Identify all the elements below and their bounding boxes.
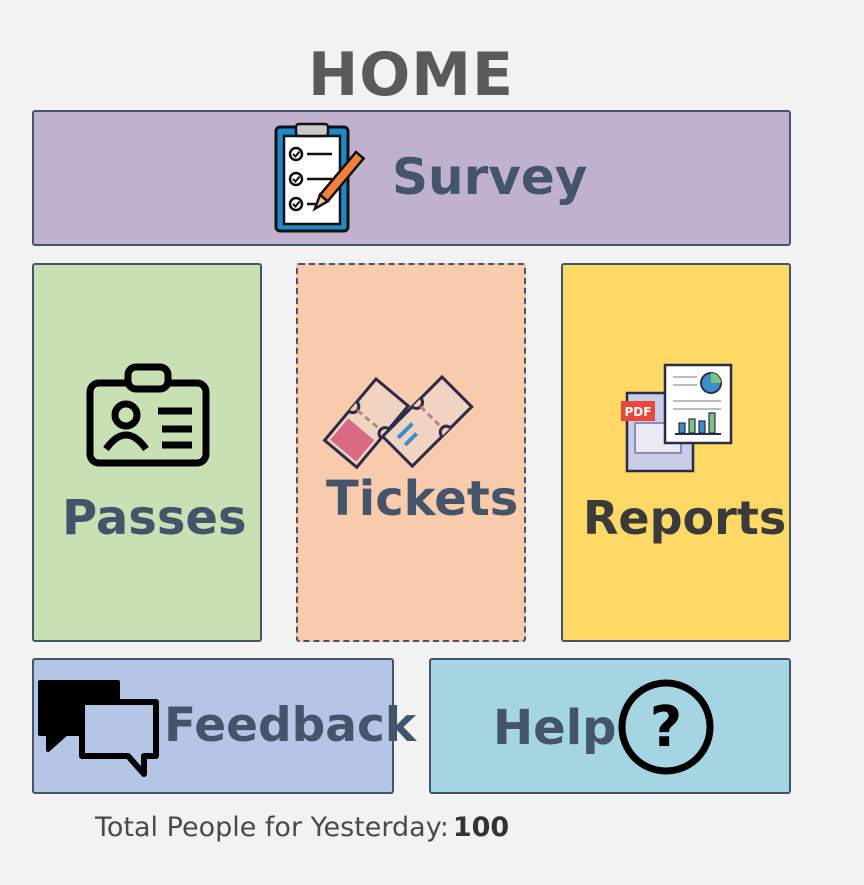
yesterday-total-value: 100 <box>452 812 510 843</box>
yesterday-total: Total People for Yesterday: 100 <box>95 812 509 843</box>
pdf-badge-text: PDF <box>625 405 652 419</box>
question-circle-icon: ? <box>618 679 714 775</box>
svg-text:?: ? <box>650 695 682 760</box>
passes-label: Passes <box>62 490 247 546</box>
tickets-button[interactable]: Tickets <box>296 263 526 642</box>
help-label: Help <box>493 700 617 756</box>
tickets-icon <box>322 374 474 470</box>
page-title: HOME <box>308 40 514 110</box>
survey-button[interactable]: Survey <box>32 110 791 246</box>
clipboard-checklist-icon <box>274 122 366 233</box>
yesterday-total-label: Total People for Yesterday: <box>95 812 449 843</box>
speech-bubbles-icon <box>38 680 159 777</box>
reports-button[interactable]: PDF Reports <box>561 263 791 642</box>
feedback-button[interactable]: Feedback <box>32 658 416 794</box>
pdf-report-icon: PDF <box>621 363 733 473</box>
reports-label: Reports <box>583 491 787 545</box>
id-badge-icon <box>86 363 210 467</box>
passes-button[interactable]: Passes <box>32 263 262 642</box>
help-button[interactable]: Help ? <box>429 658 791 794</box>
tickets-label: Tickets <box>326 471 519 527</box>
survey-label: Survey <box>392 148 588 206</box>
feedback-label: Feedback <box>164 698 417 753</box>
